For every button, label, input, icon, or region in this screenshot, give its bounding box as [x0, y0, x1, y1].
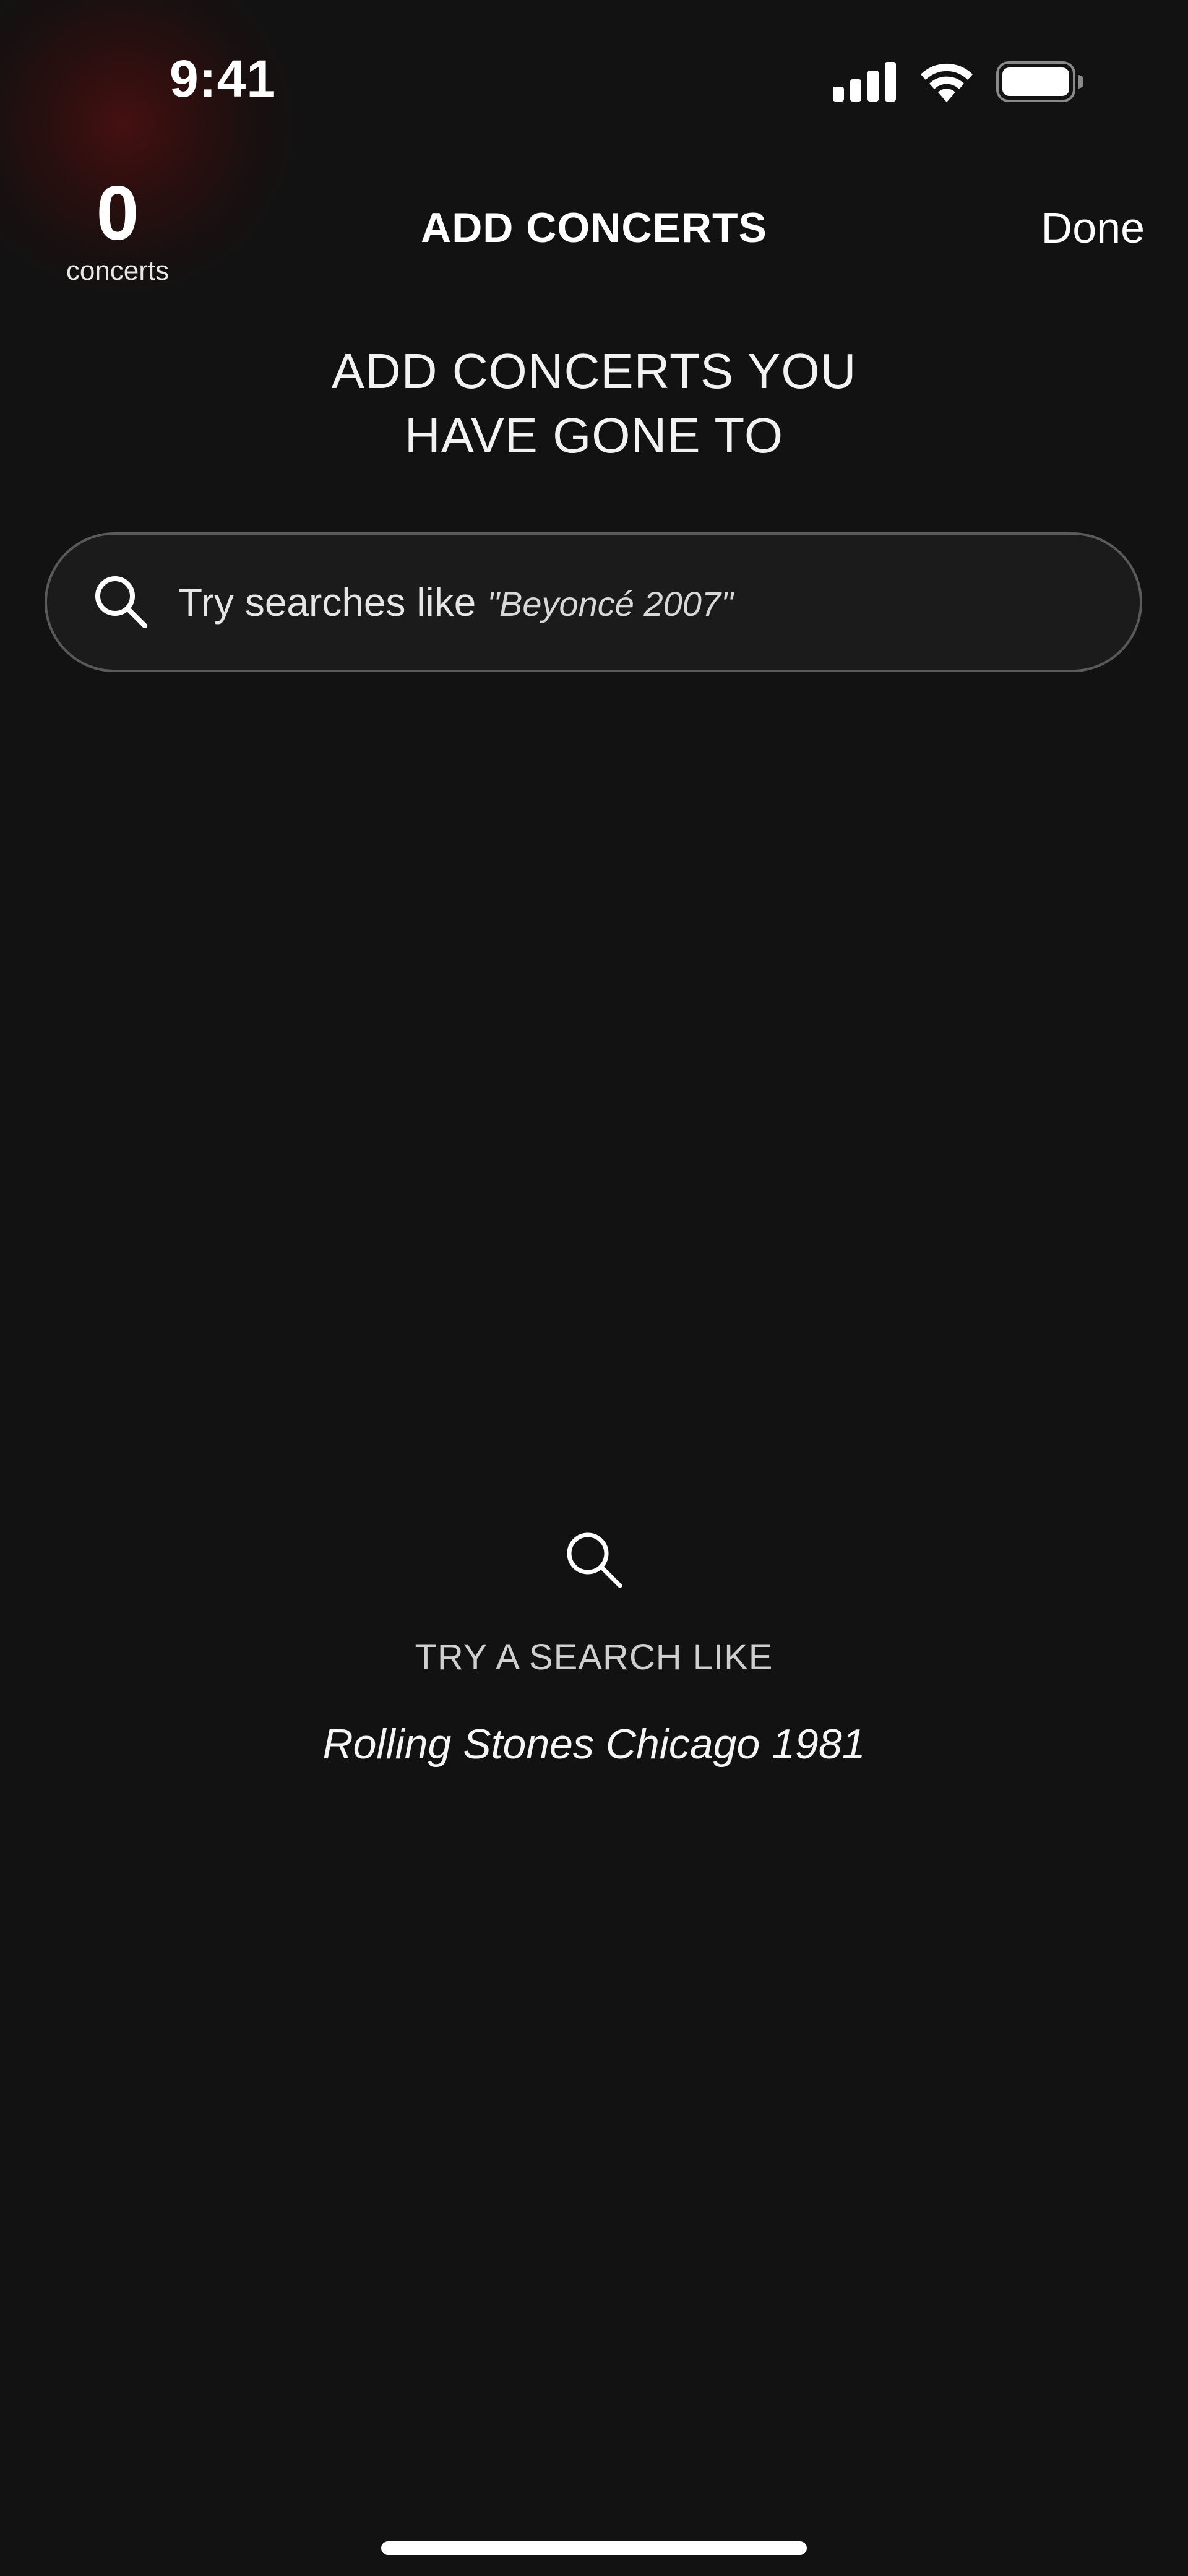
empty-state-caption: TRY A SEARCH LIKE [415, 1637, 773, 1677]
search-placeholder-prefix: Try searches like [178, 580, 476, 625]
status-bar-time: 9:41 [169, 50, 277, 108]
search-placeholder-example: "Beyoncé 2007" [487, 584, 733, 623]
empty-state-example: Rolling Stones Chicago 1981 [322, 1721, 866, 1768]
wifi-icon [921, 63, 973, 102]
prompt-line-2: HAVE GONE TO [404, 408, 784, 463]
page-title: ADD CONCERTS [421, 204, 767, 251]
search-placeholder: Try searches like "Beyoncé 2007" [178, 579, 733, 625]
concert-count-number: 0 [96, 171, 139, 256]
add-concerts-screen: 9:41 0 concerts ADD CONCERTS Done ADD CO… [0, 0, 1188, 2576]
prompt-line-1: ADD CONCERTS YOU [331, 344, 857, 399]
battery-icon [996, 61, 1083, 102]
signal-icon [833, 62, 896, 102]
search-icon [567, 1532, 622, 1588]
status-bar-icons [833, 57, 1083, 106]
concert-count-label: concerts [66, 256, 170, 286]
search-icon [95, 576, 147, 628]
search-input[interactable]: Try searches like "Beyoncé 2007" [45, 532, 1142, 672]
concert-count: 0 concerts [37, 173, 198, 288]
prompt-heading: ADD CONCERTS YOU HAVE GONE TO [223, 339, 965, 468]
home-indicator[interactable] [381, 2541, 807, 2555]
done-button[interactable]: Done [1041, 197, 1145, 259]
